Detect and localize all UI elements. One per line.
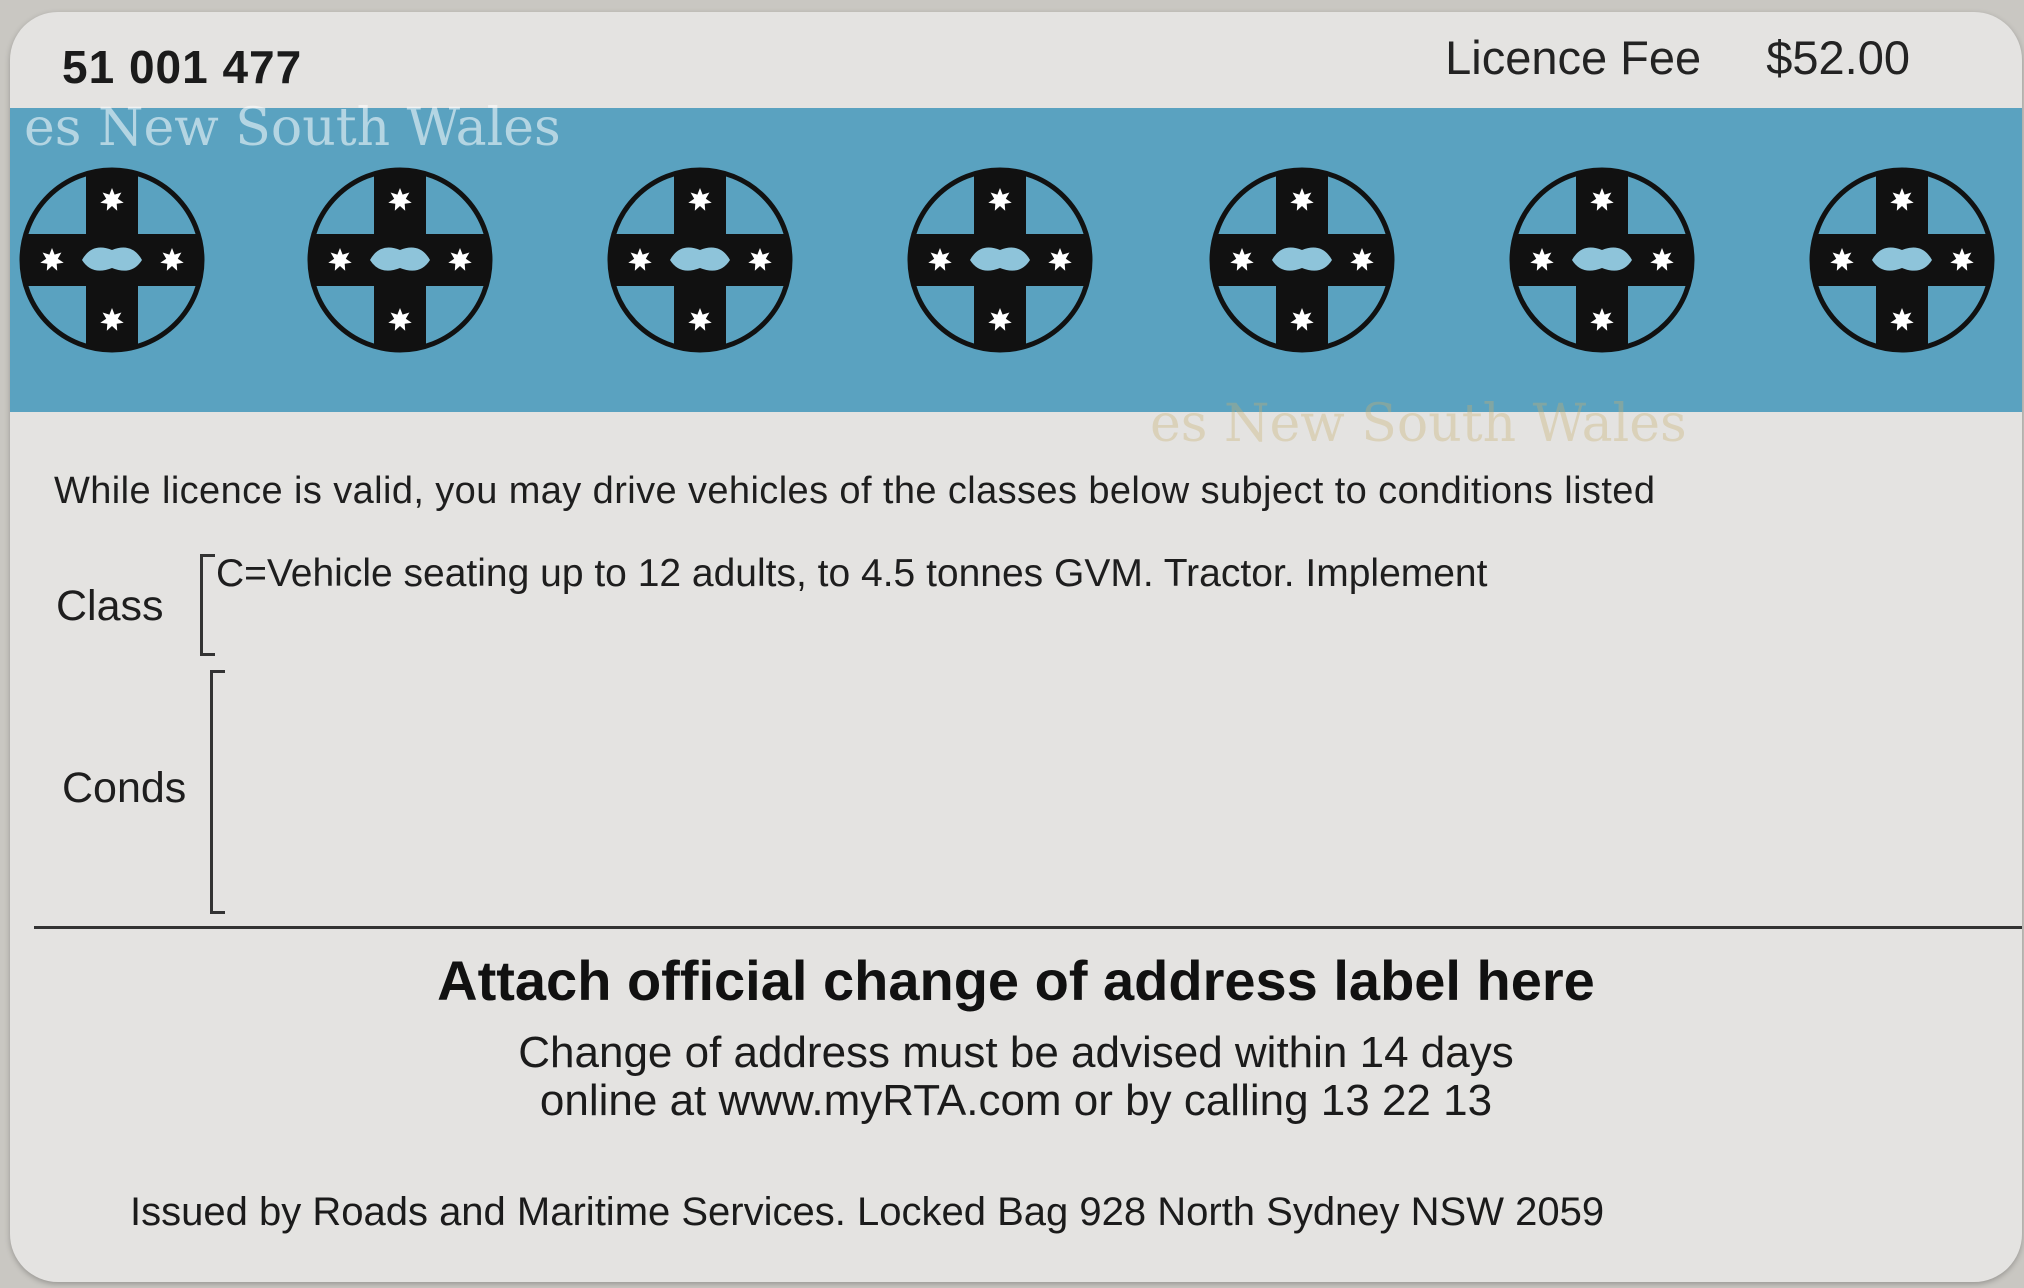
- licence-number: 51 001 477: [62, 41, 303, 93]
- attach-label-heading: Attach official change of address label …: [437, 949, 1595, 1012]
- emblem-band: es New South Wales: [10, 98, 2022, 412]
- validity-statement: While licence is valid, you may drive ve…: [54, 470, 1656, 512]
- hologram-text: es New South Wales: [24, 98, 561, 158]
- licence-card-back: 51 001 477 Licence Fee $52.00 es New Sou…: [10, 12, 2022, 1282]
- change-of-address-contact: online at www.myRTA.com or by calling 13…: [539, 1076, 1493, 1125]
- nsw-state-badge-icon: [1802, 160, 2002, 360]
- hologram-text-2: es New South Wales: [1150, 394, 1687, 454]
- nsw-state-badge-icon: [900, 160, 1100, 360]
- conditions-bracket: [210, 670, 225, 914]
- change-of-address-note: Change of address must be advised within…: [518, 1028, 1514, 1077]
- divider: [34, 926, 2022, 929]
- nsw-state-badge-icon: [300, 160, 500, 360]
- licence-fee-label: Licence Fee: [1445, 31, 1702, 84]
- nsw-state-badge-icon: [1202, 160, 1402, 360]
- conditions-label: Conds: [62, 764, 187, 812]
- class-label: Class: [56, 582, 164, 630]
- issuer-address: Issued by Roads and Maritime Services. L…: [130, 1190, 1605, 1234]
- class-bracket: [200, 554, 215, 656]
- licence-fee: Licence Fee $52.00: [1445, 30, 1910, 85]
- nsw-state-badge-icon: [600, 160, 800, 360]
- nsw-state-badge-icon: [12, 160, 212, 360]
- class-value: C=Vehicle seating up to 12 adults, to 4.…: [216, 552, 1488, 595]
- nsw-state-badge-icon: [1502, 160, 1702, 360]
- licence-fee-amount: $52.00: [1766, 31, 1910, 84]
